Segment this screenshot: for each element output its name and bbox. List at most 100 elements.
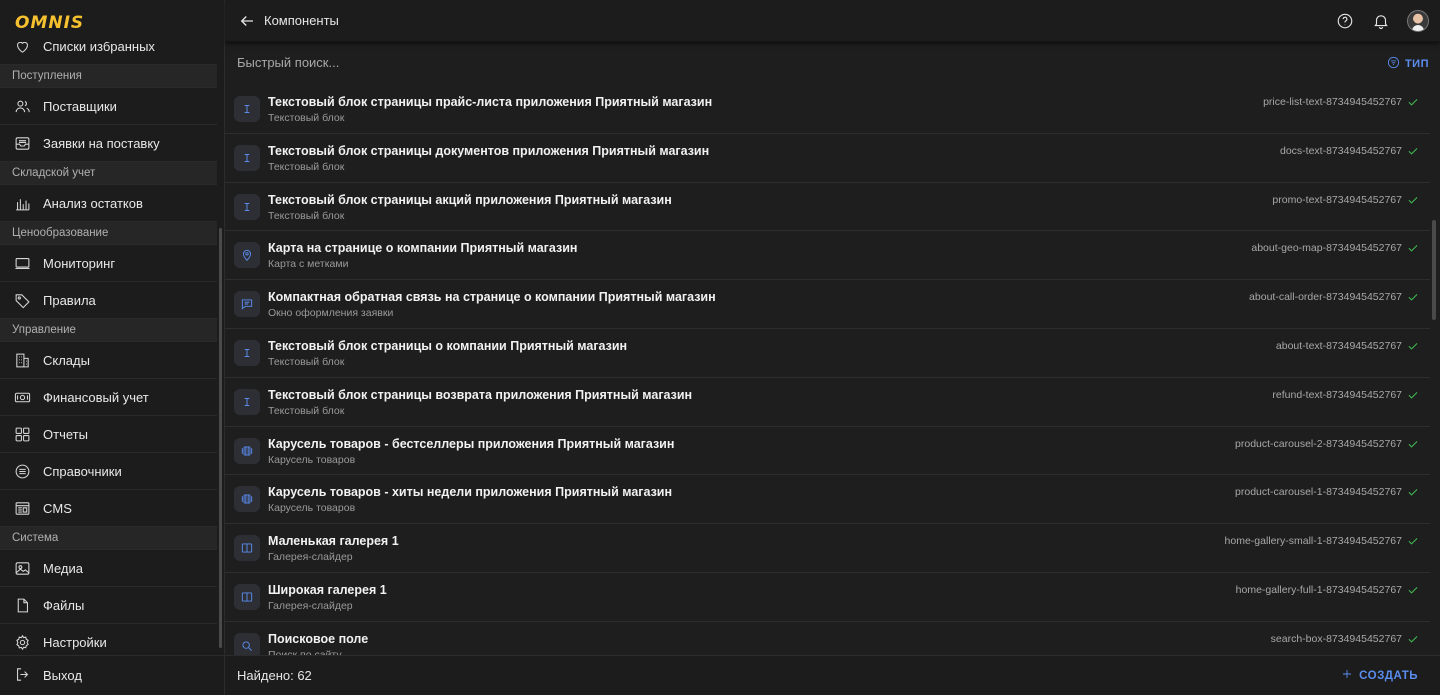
component-row[interactable]: Карта на странице о компании Приятный ма…	[225, 231, 1430, 281]
sidebar-item-monitoring[interactable]: Мониторинг	[0, 245, 217, 282]
component-row[interactable]: Текстовый блок страницы возврата приложе…	[225, 378, 1430, 427]
component-slug: product-carousel-1-8734945452767	[1235, 486, 1402, 499]
component-row[interactable]: Текстовый блок страницы документов прило…	[225, 134, 1430, 183]
type-filter-button[interactable]: ТИП	[1387, 56, 1429, 72]
sidebar-item-media[interactable]: Медиа	[0, 550, 217, 587]
logout-button[interactable]: Выход	[0, 655, 224, 695]
sidebar-item-label: Финансовый учет	[43, 389, 149, 405]
logout-icon	[14, 666, 31, 686]
map-pin-icon	[234, 242, 260, 269]
component-slug: about-geo-map-8734945452767	[1251, 242, 1402, 255]
component-title: Текстовый блок страницы о компании Прият…	[268, 338, 628, 353]
component-row[interactable]: Компактная обратная связь на странице о …	[225, 280, 1430, 329]
search-input[interactable]	[237, 55, 937, 70]
bar-chart-icon	[14, 195, 31, 212]
help-circle-icon[interactable]	[1336, 12, 1354, 30]
component-type: Текстовый блок	[268, 404, 345, 417]
sidebar-item-supply-requests[interactable]: Заявки на поставку	[0, 125, 217, 162]
text-icon	[234, 388, 260, 415]
check-icon	[1406, 241, 1420, 255]
sidebar-item-reports[interactable]: Отчеты	[0, 416, 217, 453]
list-scrollbar[interactable]	[1432, 220, 1436, 320]
carousel-icon	[234, 437, 260, 464]
sidebar-section-title: Ценообразование	[0, 222, 217, 245]
sidebar-item-warehouses[interactable]: Склады	[0, 342, 217, 379]
component-row[interactable]: Текстовый блок страницы прайс-листа прил…	[225, 85, 1430, 134]
sidebar-nav: Списки избранных Поступления Поставщики …	[0, 28, 217, 661]
sidebar-section-title: Складской учет	[0, 162, 217, 185]
sidebar-item-cms[interactable]: CMS	[0, 490, 217, 527]
plus-icon	[1341, 668, 1353, 683]
avatar[interactable]	[1407, 10, 1429, 32]
check-icon	[1406, 144, 1420, 158]
tag-icon	[14, 292, 31, 309]
sidebar-scrollbar[interactable]	[219, 228, 222, 648]
check-icon	[1406, 583, 1420, 597]
bell-icon[interactable]	[1372, 12, 1390, 30]
component-slug: home-gallery-small-1-8734945452767	[1224, 535, 1402, 548]
sidebar-section-title: Система	[0, 527, 217, 550]
back-arrow-icon[interactable]	[238, 12, 256, 30]
sidebar-item-rules[interactable]: Правила	[0, 282, 217, 319]
sidebar-item-label: Правила	[43, 292, 96, 308]
brand-logo[interactable]: OMNIS	[15, 13, 84, 33]
sidebar-item-label: Склады	[43, 352, 90, 368]
sidebar-section-title: Поступления	[0, 65, 217, 88]
image-icon	[14, 560, 31, 577]
component-slug: about-text-8734945452767	[1275, 339, 1402, 352]
page-title: Компоненты	[264, 13, 339, 28]
sidebar-item-directories[interactable]: Справочники	[0, 453, 217, 490]
list-circle-icon	[14, 463, 31, 480]
sidebar-item-label: Заявки на поставку	[43, 135, 160, 151]
component-slug: docs-text-8734945452767	[1279, 144, 1402, 157]
sidebar-section-title: Управление	[0, 319, 217, 342]
component-title: Карусель товаров - бестселлеры приложени…	[268, 436, 675, 451]
file-icon	[14, 597, 31, 614]
type-filter-label: ТИП	[1404, 58, 1429, 70]
component-title: Карусель товаров - хиты недели приложени…	[268, 485, 673, 500]
sidebar-item-finance[interactable]: Финансовый учет	[0, 379, 217, 416]
component-row[interactable]: Широкая галерея 1 Галерея-слайдер home-gal…	[225, 573, 1430, 622]
component-row[interactable]: Поисковое поле Поиск по сайту search-box-8…	[225, 622, 1430, 655]
app-window: Списки избранных Поступления Поставщики …	[0, 0, 1440, 695]
component-row[interactable]: Текстовый блок страницы акций приложения…	[225, 183, 1430, 232]
sidebar-item-label: Отчеты	[43, 426, 88, 442]
results-count: Найдено: 62	[237, 668, 312, 683]
component-type: Текстовый блок	[268, 355, 345, 368]
create-button[interactable]: СОЗДАТЬ	[1341, 668, 1418, 683]
component-row[interactable]: Маленькая галерея 1 Галерея-слайдер home-g…	[225, 524, 1430, 573]
component-row[interactable]: Карусель товаров - хиты недели приложени…	[225, 475, 1430, 525]
component-type: Карусель товаров	[268, 453, 356, 466]
component-title: Компактная обратная связь на странице о …	[268, 290, 716, 305]
component-slug: refund-text-8734945452767	[1272, 388, 1402, 401]
check-icon	[1406, 534, 1420, 548]
grid-icon	[14, 426, 31, 443]
logout-label: Выход	[43, 668, 82, 683]
sidebar-item-suppliers[interactable]: Поставщики	[0, 88, 217, 125]
text-icon	[234, 193, 260, 220]
component-title: Текстовый блок страницы возврата приложе…	[268, 387, 693, 402]
sidebar-item-stock-analysis[interactable]: Анализ остатков	[0, 185, 217, 222]
component-title: Маленькая галерея 1	[268, 534, 399, 549]
sidebar: Списки избранных Поступления Поставщики …	[0, 0, 225, 695]
search-bar: ТИП	[225, 48, 1440, 78]
sidebar-item-files[interactable]: Файлы	[0, 587, 217, 624]
component-title: Поисковое поле	[268, 631, 369, 646]
check-icon	[1406, 95, 1420, 109]
component-type: Текстовый блок	[268, 209, 345, 222]
component-title: Текстовый блок страницы прайс-листа прил…	[268, 95, 713, 109]
sidebar-item-label: Файлы	[43, 597, 85, 613]
component-type: Галерея-слайдер	[268, 599, 353, 612]
component-title: Текстовый блок страницы акций приложения…	[268, 192, 672, 207]
building-icon	[14, 352, 31, 369]
text-icon	[234, 144, 260, 171]
sidebar-item-label: Анализ остатков	[43, 195, 143, 211]
component-slug: home-gallery-full-1-8734945452767	[1235, 583, 1402, 596]
component-row[interactable]: Текстовый блок страницы о компании Прият…	[225, 329, 1430, 378]
component-row[interactable]: Карусель товаров - бестселлеры приложени…	[225, 427, 1430, 476]
component-slug: product-carousel-2-8734945452767	[1235, 437, 1402, 450]
component-type: Текстовый блок	[268, 112, 345, 124]
components-list: Текстовый блок страницы прайс-листа прил…	[225, 85, 1430, 655]
sidebar-item-label: Медиа	[43, 560, 83, 576]
component-title: Широкая галерея 1	[268, 582, 387, 597]
